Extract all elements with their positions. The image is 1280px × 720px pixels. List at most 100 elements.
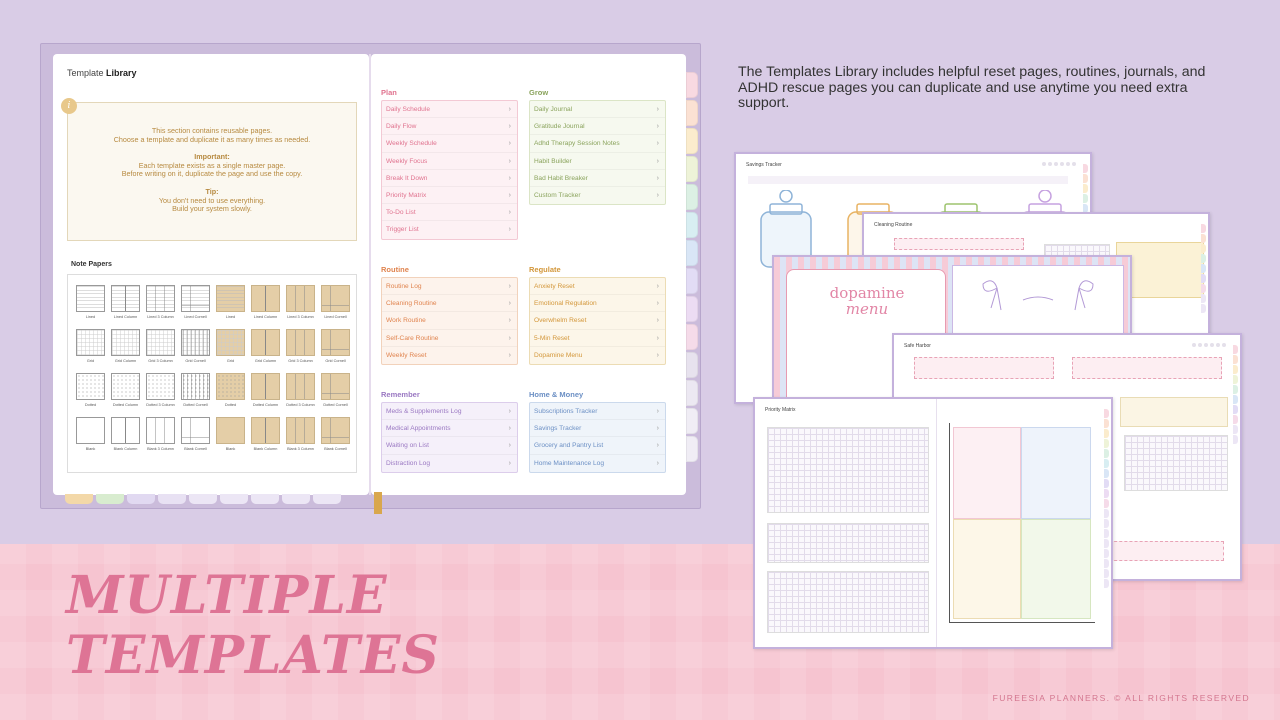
note-paper-item[interactable]: Lined [76,285,105,325]
template-link-label: Break It Down [386,174,428,182]
template-link-label: Waiting on List [386,442,430,450]
template-link[interactable]: Bad Habit Breaker › [530,170,665,187]
note-paper-item[interactable]: Grid [76,329,105,369]
template-link[interactable]: Daily Journal › [530,101,665,119]
note-paper-item[interactable]: Grid 3 Column [286,329,315,369]
chevron-right-icon: › [508,140,511,148]
bottom-tab[interactable] [96,494,124,504]
note-paper-item[interactable]: Lined Cornell [181,285,210,325]
note-paper-item[interactable]: Grid 3 Column [146,329,175,369]
template-link[interactable]: Weekly Schedule › [382,135,517,153]
note-paper-item[interactable]: Dotted Cornell [181,373,210,413]
bottom-tab[interactable] [127,494,155,504]
chevron-right-icon: › [508,459,511,467]
template-link[interactable]: Break It Down › [382,170,517,187]
template-link[interactable]: Self-Care Routine › [382,330,517,347]
copyright-footer: FUREESIA PLANNERS. © ALL RIGHTS RESERVED [992,693,1250,703]
chevron-right-icon: › [656,157,659,165]
note-paper-item[interactable]: Blank Column [251,417,280,457]
note-paper-item[interactable]: Grid Cornell [181,329,210,369]
template-link[interactable]: Distraction Log › [382,455,517,472]
bottom-tab[interactable] [220,494,248,504]
template-link[interactable]: Daily Flow › [382,118,517,136]
template-link[interactable]: Overwhelm Reset › [530,312,665,330]
side-tab[interactable] [686,100,698,126]
bottom-tab[interactable] [189,494,217,504]
bottom-tab[interactable] [251,494,279,504]
template-link[interactable]: Dopamine Menu › [530,347,665,364]
side-tab[interactable] [686,436,698,462]
side-tab[interactable] [686,72,698,98]
note-paper-item[interactable]: Grid Cornell [321,329,350,369]
template-link[interactable]: 5-Min Reset › [530,330,665,347]
side-tab[interactable] [686,352,698,378]
note-paper-item[interactable]: Dotted 3 Column [146,373,175,413]
template-link[interactable]: Cleaning Routine › [382,295,517,313]
side-tab[interactable] [686,296,698,322]
template-link[interactable]: Habit Builder › [530,153,665,170]
side-tab[interactable] [686,324,698,350]
note-paper-item[interactable]: Blank [76,417,105,457]
template-link[interactable]: Savings Tracker › [530,420,665,438]
template-link[interactable]: Trigger List › [382,221,517,238]
template-link[interactable]: Home Maintenance Log › [530,455,665,472]
side-tab[interactable] [686,156,698,182]
side-tab[interactable] [686,184,698,210]
note-paper-item[interactable]: Lined 3 Column [286,285,315,325]
note-paper-item[interactable]: Dotted Column [251,373,280,413]
template-link[interactable]: To-Do List › [382,204,517,222]
note-paper-item[interactable]: Blank [216,417,245,457]
note-paper-item[interactable]: Blank 3 Column [146,417,175,457]
template-link[interactable]: Anxiety Reset › [530,278,665,296]
template-link[interactable]: Subscriptions Tracker › [530,403,665,421]
bottom-tab[interactable] [65,494,93,504]
template-link[interactable]: Custom Tracker › [530,187,665,204]
chevron-right-icon: › [508,442,511,450]
note-paper-item[interactable]: Lined Cornell [321,285,350,325]
category-routine: Routine Routine Log › Cleaning Routine › Work… [381,265,518,365]
note-paper-item[interactable]: Lined [216,285,245,325]
note-paper-item[interactable]: Blank Cornell [181,417,210,457]
side-tab[interactable] [686,268,698,294]
template-link[interactable]: Grocery and Pantry List › [530,437,665,455]
note-paper-item[interactable]: Blank 3 Column [286,417,315,457]
bottom-tab[interactable] [282,494,310,504]
bottom-tab[interactable] [313,494,341,504]
template-link[interactable]: Work Routine › [382,312,517,330]
note-paper-item[interactable]: Dotted [76,373,105,413]
note-paper-item[interactable]: Dotted Cornell [321,373,350,413]
template-link[interactable]: Emotional Regulation › [530,295,665,313]
template-link[interactable]: Weekly Focus › [382,153,517,170]
note-paper-item[interactable]: Dotted Column [111,373,140,413]
template-link[interactable]: Adhd Therapy Session Notes › [530,135,665,153]
preview-title: Cleaning Routine [874,222,913,228]
note-paper-item[interactable]: Grid [216,329,245,369]
note-paper-item[interactable]: Lined 3 Column [146,285,175,325]
template-link[interactable]: Waiting on List › [382,437,517,455]
side-tab[interactable] [686,408,698,434]
note-paper-item[interactable]: Lined Column [111,285,140,325]
note-paper-item[interactable]: Dotted 3 Column [286,373,315,413]
note-paper-item[interactable]: Blank Cornell [321,417,350,457]
side-tab[interactable] [686,240,698,266]
template-link[interactable]: Priority Matrix › [382,187,517,205]
template-link[interactable]: Meds & Supplements Log › [382,403,517,421]
note-paper-item[interactable]: Grid Column [111,329,140,369]
note-paper-item[interactable]: Dotted [216,373,245,413]
side-tab[interactable] [686,128,698,154]
template-link[interactable]: Weekly Reset › [382,347,517,364]
note-paper-item[interactable]: Lined Column [251,285,280,325]
note-paper-label: Blank [85,447,96,451]
side-tab[interactable] [686,380,698,406]
template-link[interactable]: Routine Log › [382,278,517,296]
side-tab[interactable] [686,212,698,238]
bottom-tab[interactable] [158,494,186,504]
reminder-box [914,357,1054,379]
template-link[interactable]: Medical Appointments › [382,420,517,438]
template-link-label: Routine Log [386,283,422,290]
note-paper-item[interactable]: Grid Column [251,329,280,369]
template-link[interactable]: Gratitude Journal › [530,118,665,136]
note-paper-item[interactable]: Blank Column [111,417,140,457]
do-first-quadrant [953,427,1021,519]
template-link[interactable]: Daily Schedule › [382,101,517,119]
